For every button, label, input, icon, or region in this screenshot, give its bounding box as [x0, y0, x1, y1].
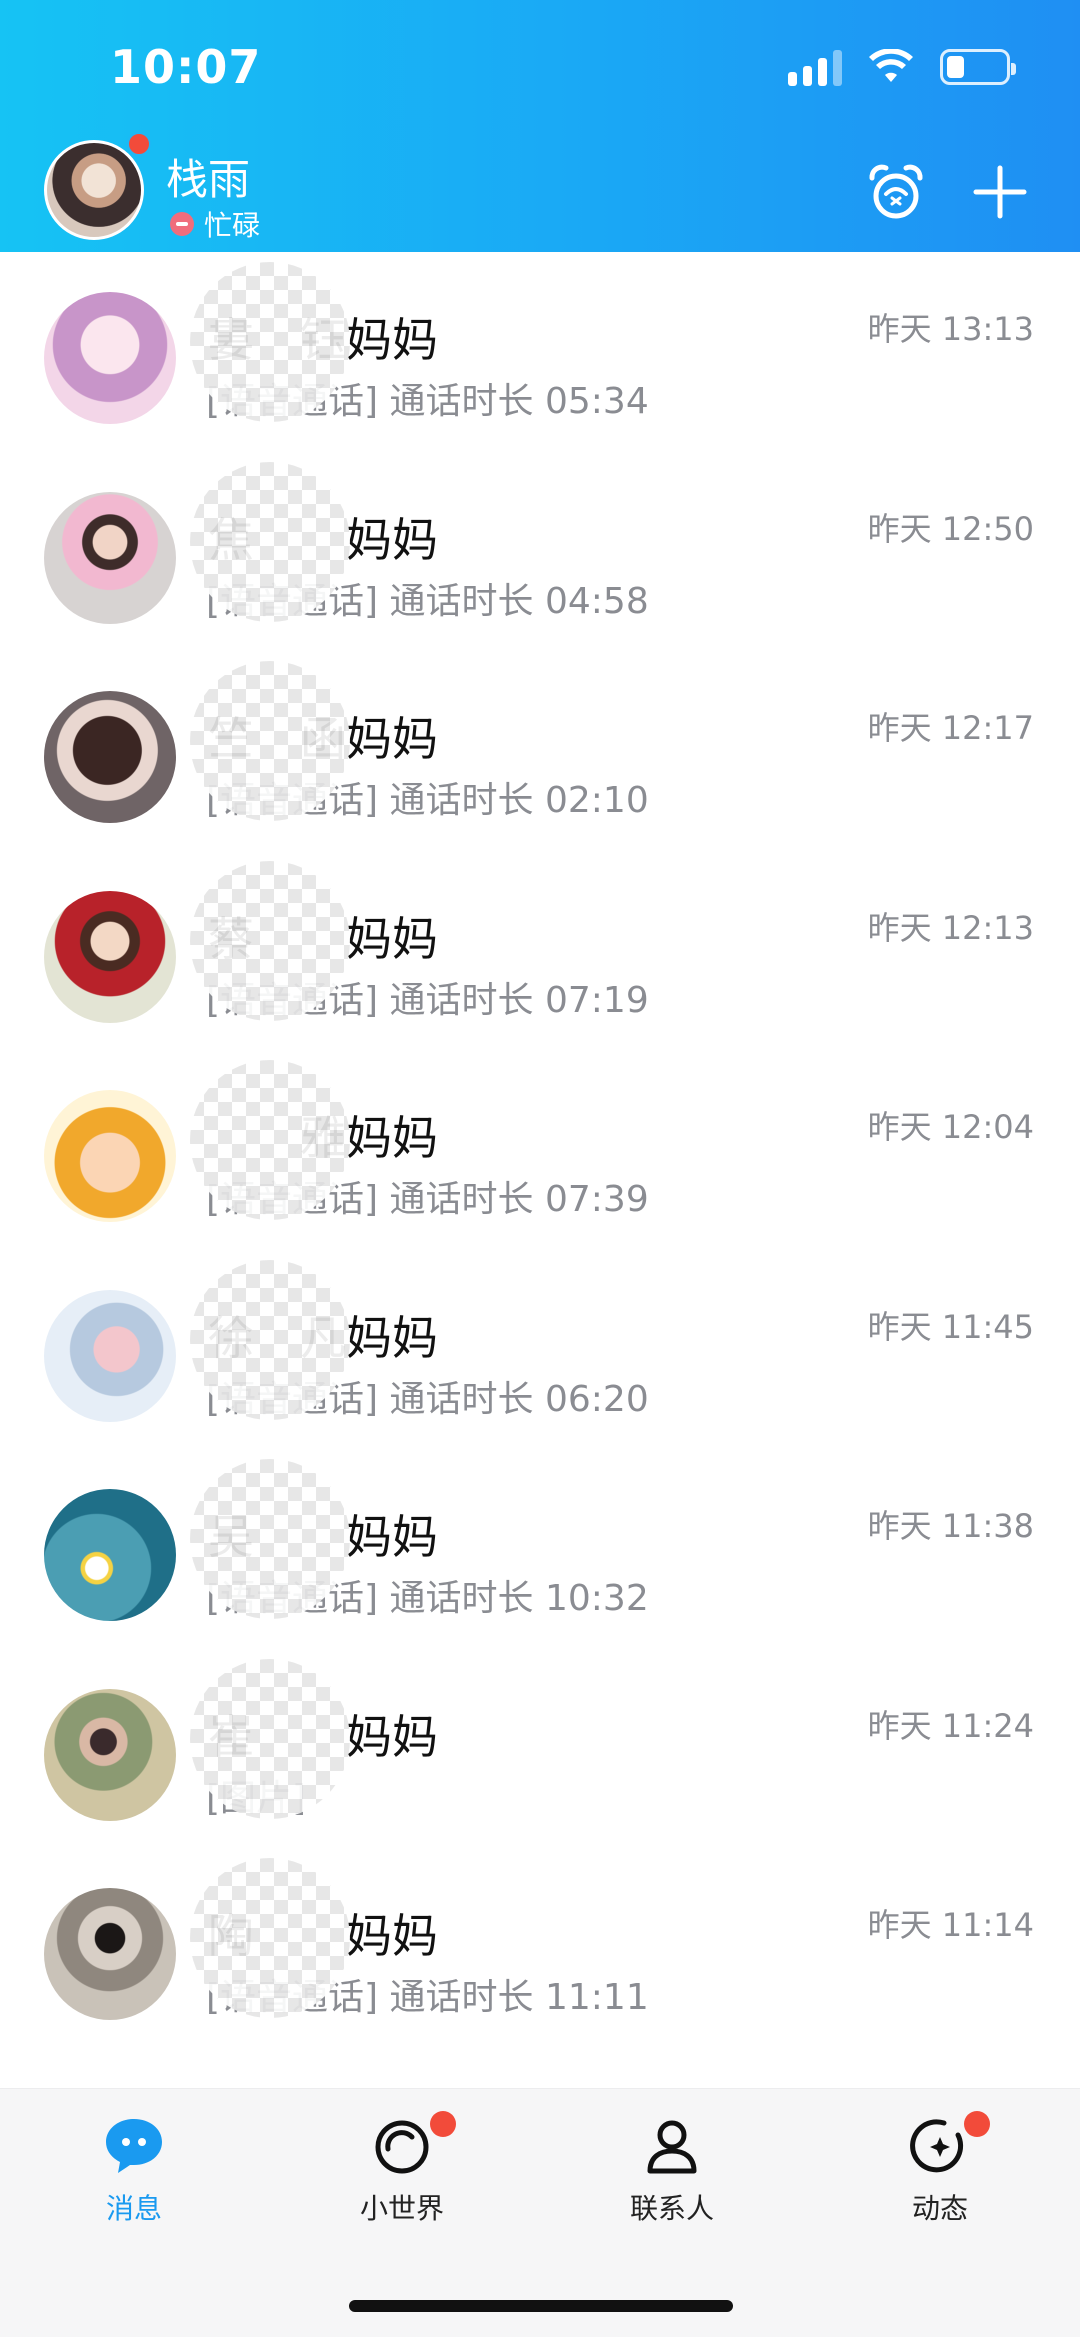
tab-badge — [430, 2111, 456, 2137]
profile-avatar[interactable] — [44, 140, 144, 240]
message-row[interactable]: 竺 函妈妈 [语音通话] 通话时长 02:10 昨天 12:17 — [0, 651, 1080, 851]
alarm-clock-icon[interactable] — [864, 160, 928, 224]
redaction-mask — [190, 461, 350, 622]
message-row[interactable]: 徐 凡妈妈 [语音通话] 通话时长 06:20 昨天 11:45 — [0, 1250, 1080, 1450]
wifi-icon — [869, 49, 913, 82]
message-row[interactable]: 崔 妈妈 [图片] 昨天 11:24 — [0, 1649, 1080, 1849]
cellular-signal-icon — [788, 48, 842, 86]
redaction-mask — [190, 262, 350, 422]
tab-label: 消息 — [105, 2192, 162, 2225]
profile-status[interactable]: 忙碌 — [170, 204, 260, 244]
message-time: 昨天 11:38 — [867, 1507, 1034, 1545]
contact-avatar[interactable] — [44, 1090, 176, 1222]
status-time: 10:07 — [110, 40, 262, 94]
tab-moments[interactable]: 动态 — [840, 2111, 1040, 2233]
tab-badge — [964, 2111, 990, 2137]
message-time: 昨天 11:45 — [867, 1307, 1034, 1346]
profile-name[interactable]: 栈雨 — [166, 146, 250, 207]
tab-small-world[interactable]: 小世界 — [302, 2111, 502, 2233]
contact-avatar[interactable] — [44, 1888, 176, 2020]
plus-icon[interactable] — [968, 160, 1032, 224]
message-time: 昨天 12:04 — [867, 1108, 1034, 1146]
profile-notification-badge — [127, 132, 151, 156]
small-world-icon — [375, 2120, 429, 2174]
contact-avatar[interactable] — [44, 491, 176, 624]
home-indicator — [349, 2300, 733, 2312]
message-row[interactable]: 婁 钰妈妈 [语音通话] 通话时长 05:34 昨天 13:13 — [0, 252, 1080, 452]
message-time: 昨天 12:13 — [867, 908, 1034, 947]
redaction-mask — [190, 1658, 350, 1819]
redaction-mask — [190, 661, 350, 821]
redaction-mask — [190, 1259, 350, 1420]
tab-label: 动态 — [911, 2192, 968, 2225]
contact-avatar[interactable] — [44, 890, 176, 1023]
message-row[interactable]: 雅妈妈 [语音通话] 通话时长 07:39 昨天 12:04 — [0, 1050, 1080, 1250]
message-row[interactable]: 焦 妈妈 [语音通话] 通话时长 04:58 昨天 12:50 — [0, 452, 1080, 652]
tab-label: 联系人 — [629, 2192, 714, 2225]
profile-status-text: 忙碌 — [204, 209, 261, 242]
contact-avatar[interactable] — [44, 1489, 176, 1621]
battery-fill — [947, 56, 964, 78]
contact-avatar[interactable] — [44, 292, 176, 424]
status-icons — [788, 48, 1016, 86]
message-list: 婁 钰妈妈 [语音通话] 通话时长 05:34 昨天 13:13 焦 妈妈 [语… — [0, 252, 1080, 2048]
tab-label: 小世界 — [359, 2192, 444, 2225]
message-time: 昨天 13:13 — [867, 310, 1034, 348]
tab-messages[interactable]: 消息 — [34, 2113, 234, 2233]
redaction-mask — [190, 1060, 350, 1220]
contact-avatar[interactable] — [44, 1688, 176, 1821]
app-header: 10:07 栈雨 忙碌 — [0, 0, 1080, 252]
contact-avatar[interactable] — [44, 691, 176, 823]
moments-star-icon — [910, 2119, 964, 2173]
message-time: 昨天 11:24 — [867, 1706, 1034, 1745]
redaction-mask — [190, 1459, 350, 1619]
redaction-mask — [190, 860, 350, 1021]
message-row[interactable]: 陶 妈妈 [语音通话] 通话时长 11:11 昨天 11:14 — [0, 1848, 1080, 2048]
message-bubble-icon — [106, 2119, 162, 2173]
message-row[interactable]: 吴 妈妈 [语音通话] 通话时长 10:32 昨天 11:38 — [0, 1449, 1080, 1649]
message-time: 昨天 12:50 — [867, 509, 1034, 548]
redaction-mask — [190, 1858, 350, 2018]
contacts-person-icon — [647, 2120, 697, 2174]
message-time: 昨天 12:17 — [867, 709, 1034, 747]
message-row[interactable]: 蔡 妈妈 [语音通话] 通话时长 07:19 昨天 12:13 — [0, 851, 1080, 1051]
busy-status-icon — [170, 212, 194, 236]
contact-avatar[interactable] — [44, 1289, 176, 1422]
tab-contacts[interactable]: 联系人 — [572, 2113, 772, 2233]
battery-icon — [940, 49, 1016, 85]
message-time: 昨天 11:14 — [867, 1906, 1034, 1944]
